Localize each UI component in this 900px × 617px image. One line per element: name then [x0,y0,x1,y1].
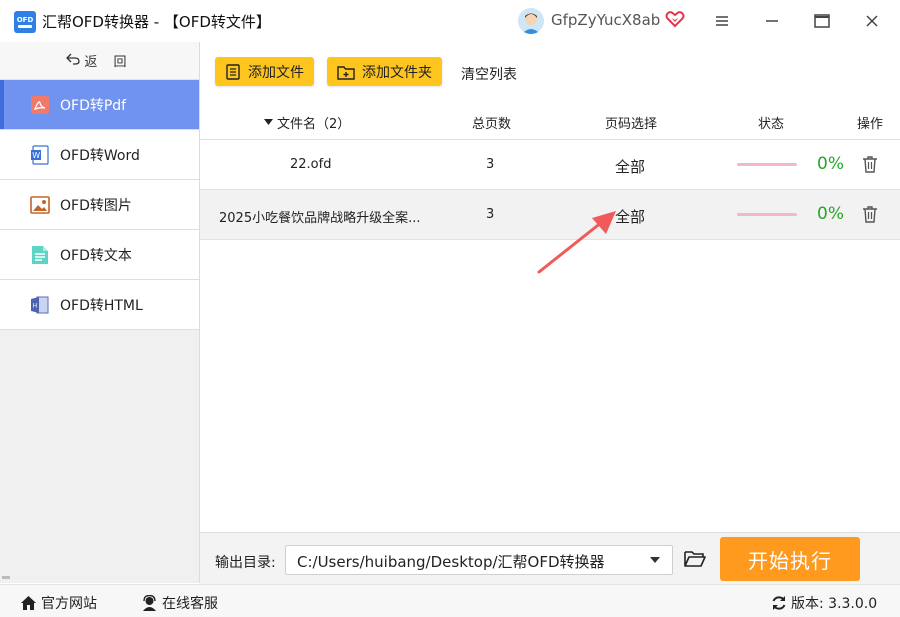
output-dir-value: C:/Users/huibang/Desktop/汇帮OFD转换器 [297,553,605,571]
filename-column-header[interactable]: 文件名（2） [264,113,350,132]
support-agent-icon [141,595,158,611]
close-icon[interactable] [859,9,885,33]
menu-icon[interactable] [709,9,735,33]
home-icon [20,595,37,611]
row-progress-bar [737,163,797,166]
pages-column-header: 总页数 [472,117,512,132]
sidebar-item-label: OFD转Word [60,147,140,164]
output-dir-select[interactable]: C:/Users/huibang/Desktop/汇帮OFD转换器 [285,545,673,575]
row-filename: 22.ofd [290,157,332,172]
add-file-icon [225,63,241,80]
minimize-icon[interactable] [759,9,785,33]
toolbar: 添加文件 添加文件夹 清空列表 [200,42,900,102]
row-percent: 0% [817,204,844,224]
table-row[interactable]: 22.ofd 3 全部 0% [200,140,900,190]
delete-icon[interactable] [862,155,878,173]
add-folder-button[interactable]: 添加文件夹 [327,57,442,86]
window-title: 汇帮OFD转换器 - 【OFD转文件】 [42,13,271,31]
sidebar-item-label: OFD转文本 [60,247,132,264]
version-label: 版本: 3.3.0.0 [791,596,878,612]
row-page-range[interactable]: 全部 [615,206,645,227]
website-link[interactable]: 官方网站 [20,593,97,613]
row-percent: 0% [817,154,844,174]
add-file-label: 添加文件 [248,64,304,81]
start-button[interactable]: 开始执行 [720,537,860,581]
row-pages: 3 [486,157,495,172]
action-column-header: 操作 [857,117,884,132]
version-info[interactable]: 版本: 3.3.0.0 [771,593,877,613]
add-file-button[interactable]: 添加文件 [215,57,314,86]
output-dir-label: 输出目录: [215,555,276,571]
svg-text:H: H [33,302,38,309]
delete-icon[interactable] [862,205,878,223]
support-label: 在线客服 [162,596,218,612]
clear-list-button[interactable]: 清空列表 [461,64,517,84]
sidebar-scrollbar[interactable] [2,576,10,579]
chevron-down-icon [650,557,660,563]
app-logo-icon: OFD [14,11,36,33]
sidebar-item-ofd-to-text[interactable]: OFD转文本 [0,230,199,280]
maximize-icon[interactable] [809,9,835,33]
row-page-range[interactable]: 全部 [615,156,645,177]
output-bar: 输出目录: C:/Users/huibang/Desktop/汇帮OFD转换器 … [200,532,900,584]
word-icon: W [30,144,50,165]
status-column-header: 状态 [758,117,785,132]
back-arrow-icon [66,53,81,69]
row-progress-bar [737,213,797,216]
file-table: 文件名（2） 总页数 页码选择 状态 操作 22.ofd 3 全部 0% 202… [200,102,900,240]
username[interactable]: GfpZyYucX8ab [551,11,660,29]
table-row[interactable]: 2025小吃餐饮品牌战略升级全案... 3 全部 0% [200,190,900,240]
app-logo-text: OFD [16,16,34,24]
sort-down-icon [264,119,273,126]
row-filename: 2025小吃餐饮品牌战略升级全案... [219,211,421,226]
pdf-icon [30,95,50,115]
sidebar-item-ofd-to-word[interactable]: W OFD转Word [0,130,199,180]
sidebar-item-ofd-to-image[interactable]: OFD转图片 [0,180,199,230]
open-folder-icon[interactable] [684,549,706,569]
app-window: OFD 汇帮OFD转换器 - 【OFD转文件】 GfpZyYucX8ab 返 回… [0,0,900,617]
back-button[interactable]: 返 回 [0,42,199,80]
status-bar: 官方网站 在线客服 版本: 3.3.0.0 [0,584,900,617]
website-label: 官方网站 [41,596,97,612]
text-icon [30,245,50,265]
sidebar-item-ofd-to-pdf[interactable]: OFD转Pdf [0,80,199,130]
vip-heart-icon[interactable] [665,9,685,29]
user-avatar[interactable] [518,8,544,34]
sidebar-item-label: OFD转Pdf [60,97,127,114]
range-column-header: 页码选择 [605,117,658,132]
sidebar-item-label: OFD转HTML [60,297,143,314]
title-bar: OFD 汇帮OFD转换器 - 【OFD转文件】 GfpZyYucX8ab [0,0,900,42]
support-link[interactable]: 在线客服 [141,593,218,613]
sidebar-item-ofd-to-html[interactable]: H OFD转HTML [0,280,199,330]
sidebar-item-label: OFD转图片 [60,197,132,214]
filename-header-label: 文件名（2） [277,117,351,132]
svg-text:W: W [32,151,40,160]
html-icon: H [30,295,50,315]
add-folder-label: 添加文件夹 [362,64,432,81]
sidebar: 返 回 OFD转Pdf W OFD转Word OFD转图片 OFD转文本 H O… [0,42,200,583]
refresh-icon [771,595,787,611]
row-pages: 3 [486,207,495,222]
back-label: 返 回 [84,55,133,70]
add-folder-icon [337,64,355,80]
table-header: 文件名（2） 总页数 页码选择 状态 操作 [200,102,900,140]
image-icon [30,195,50,215]
